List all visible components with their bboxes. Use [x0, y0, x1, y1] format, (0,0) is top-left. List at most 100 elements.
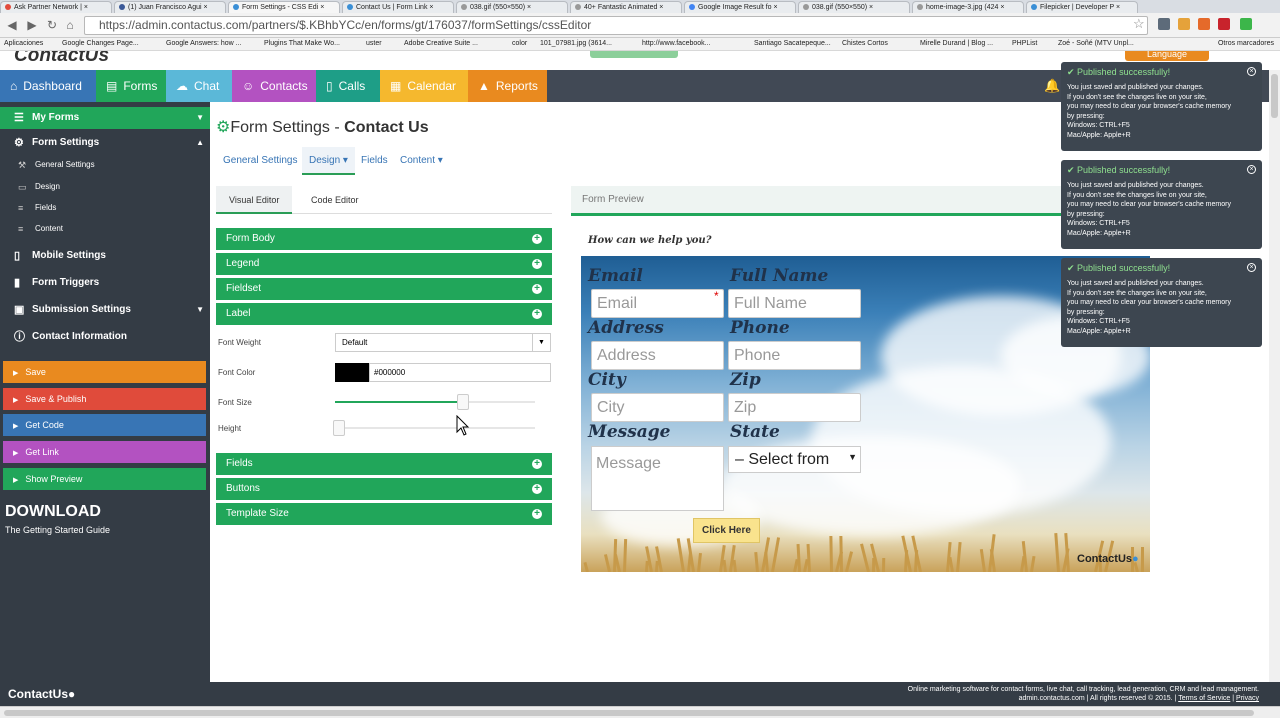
- contactus-logo[interactable]: ContactUs: [14, 51, 109, 67]
- accordion-label[interactable]: Label +: [216, 303, 552, 325]
- url-field[interactable]: https://admin.contactus.com/partners/$.K…: [84, 16, 1148, 35]
- browser-tab[interactable]: Form Settings - CSS Edi ×: [228, 1, 340, 13]
- tab-design[interactable]: Design ▾: [302, 147, 355, 175]
- accordion-form-body[interactable]: Form Body +: [216, 228, 552, 250]
- sidebar-item-form-settings[interactable]: ⚙ Form Settings ▲: [0, 132, 210, 154]
- terms-link[interactable]: Terms of Service: [1178, 695, 1230, 702]
- bookmark-item[interactable]: Zoé - Soñé (MTV Unpl...: [1058, 38, 1134, 50]
- adobe-icon[interactable]: [1218, 18, 1230, 30]
- tab-visual-editor[interactable]: Visual Editor: [216, 186, 293, 214]
- bookmark-item[interactable]: Mirelle Durand | Blog ...: [920, 38, 993, 50]
- sidebar-item-form-triggers[interactable]: ▮ Form Triggers: [0, 275, 210, 291]
- download-subtitle[interactable]: The Getting Started Guide: [5, 525, 110, 535]
- close-icon[interactable]: ×: [1247, 165, 1256, 174]
- address-input[interactable]: Address: [591, 341, 724, 370]
- nav-dashboard[interactable]: ⌂ Dashboard: [0, 70, 96, 102]
- message-textarea[interactable]: Message: [591, 446, 724, 511]
- download-heading[interactable]: DOWNLOAD: [5, 503, 101, 521]
- footer-logo[interactable]: ContactUs●: [8, 687, 75, 701]
- nav-chat[interactable]: ☁ Chat: [166, 70, 232, 102]
- browser-tab[interactable]: home-image-3.jpg (424 ×: [912, 1, 1024, 13]
- sidebar-subitem-fields[interactable]: ≡ Fields: [0, 201, 210, 215]
- bookmark-item[interactable]: Aplicaciones: [4, 38, 43, 50]
- vertical-scrollbar[interactable]: [1269, 70, 1280, 682]
- browser-tab[interactable]: 038.gif (550×550) ×: [456, 1, 568, 13]
- bell-icon[interactable]: 🔔: [1044, 78, 1062, 96]
- bookmark-item[interactable]: Adobe Creative Suite ...: [404, 38, 478, 50]
- extension-icon[interactable]: [1198, 18, 1210, 30]
- close-icon[interactable]: ×: [1247, 263, 1256, 272]
- browser-tab[interactable]: Contact Us | Form Link ×: [342, 1, 454, 13]
- bookmark-item[interactable]: uster: [366, 38, 382, 50]
- zip-input[interactable]: Zip: [728, 393, 861, 422]
- other-bookmarks[interactable]: Otros marcadores: [1218, 38, 1274, 50]
- nav-reports[interactable]: ▲ Reports: [468, 70, 547, 102]
- browser-tab[interactable]: 038.gif (550×550) ×: [798, 1, 910, 13]
- browser-tab[interactable]: (1) Juan Francisco Agui ×: [114, 1, 226, 13]
- published-toast[interactable]: ✔ Published successfully! You just saved …: [1061, 62, 1262, 151]
- browser-tab[interactable]: 40+ Fantastic Animated ×: [570, 1, 682, 13]
- bookmark-item[interactable]: color: [512, 38, 527, 50]
- tab-fields[interactable]: Fields: [361, 147, 388, 175]
- action-get-link-button[interactable]: ▶ Get Link: [3, 441, 206, 463]
- nav-forms[interactable]: ▤ Forms: [96, 70, 166, 102]
- sidebar-item-submission-settings[interactable]: ▣ Submission Settings ▼: [0, 302, 210, 318]
- bookmark-item[interactable]: PHPList: [1012, 38, 1037, 50]
- bookmark-item[interactable]: 101_07981.jpg (3614...: [540, 38, 612, 50]
- browser-tab[interactable]: Filepicker | Developer P ×: [1026, 1, 1138, 13]
- action-save-publish-button[interactable]: ▶ Save & Publish: [3, 388, 206, 410]
- extension-icon[interactable]: [1158, 18, 1170, 30]
- bookmark-item[interactable]: Chistes Cortos: [842, 38, 888, 50]
- sidebar-item-contact-information[interactable]: ⓘ Contact Information: [0, 329, 210, 345]
- browser-tab[interactable]: Google Image Result fo ×: [684, 1, 796, 13]
- accordion-buttons[interactable]: Buttons +: [216, 478, 552, 500]
- bookmark-item[interactable]: http://www.facebook...: [642, 38, 710, 50]
- language-button[interactable]: Language: [1125, 51, 1209, 61]
- font-color-input[interactable]: #000000: [369, 363, 551, 382]
- close-icon[interactable]: ×: [1247, 67, 1256, 76]
- font-weight-select[interactable]: Default ▼: [335, 333, 551, 352]
- tab-code-editor[interactable]: Code Editor: [298, 186, 372, 214]
- nav-calendar[interactable]: ▦ Calendar: [380, 70, 468, 102]
- accordion-legend[interactable]: Legend +: [216, 253, 552, 275]
- privacy-link[interactable]: Privacy: [1236, 695, 1259, 702]
- horizontal-scrollbar[interactable]: [0, 706, 1280, 718]
- reload-icon[interactable]: ↻: [46, 19, 58, 31]
- header-pill[interactable]: [590, 51, 678, 58]
- submit-button[interactable]: Click Here: [693, 518, 760, 543]
- font-size-slider-track[interactable]: [335, 401, 535, 403]
- nav-contacts[interactable]: ☺ Contacts: [232, 70, 316, 102]
- published-toast[interactable]: ✔ Published successfully! You just saved …: [1061, 160, 1262, 249]
- sidebar-subitem-design[interactable]: ▭ Design: [0, 180, 210, 194]
- extension-icon[interactable]: [1240, 18, 1252, 30]
- bookmark-item[interactable]: Google Answers: how ...: [166, 38, 241, 50]
- extension-icon[interactable]: [1178, 18, 1190, 30]
- published-toast[interactable]: ✔ Published successfully! You just saved …: [1061, 258, 1262, 347]
- sidebar-subitem-content[interactable]: ≡ Content: [0, 222, 210, 236]
- height-slider-handle[interactable]: [333, 420, 345, 436]
- tab-general-settings[interactable]: General Settings: [223, 147, 298, 175]
- action-save-button[interactable]: ▶ Save: [3, 361, 206, 383]
- accordion-fieldset[interactable]: Fieldset +: [216, 278, 552, 300]
- vertical-scrollbar-thumb[interactable]: [1271, 74, 1278, 118]
- sidebar-item-my-forms[interactable]: ☰ My Forms ▼: [0, 107, 210, 129]
- nav-calls[interactable]: ▯ Calls: [316, 70, 380, 102]
- font-size-slider-handle[interactable]: [457, 394, 469, 410]
- browser-tab[interactable]: Ask Partner Network | ×: [0, 1, 112, 13]
- sidebar-subitem-general-settings[interactable]: ⚒ General Settings: [0, 158, 210, 172]
- forward-icon[interactable]: ▶: [26, 19, 38, 31]
- phone-input[interactable]: Phone: [728, 341, 861, 370]
- full-name-input[interactable]: Full Name: [728, 289, 861, 318]
- email-input[interactable]: Email: [591, 289, 724, 318]
- font-color-swatch[interactable]: [335, 363, 369, 382]
- horizontal-scrollbar-thumb[interactable]: [4, 710, 1254, 716]
- back-icon[interactable]: ◀: [6, 19, 18, 31]
- bookmark-item[interactable]: Google Changes Page...: [62, 38, 139, 50]
- home-icon[interactable]: ⌂: [64, 19, 76, 31]
- bookmark-star-icon[interactable]: ☆: [1133, 16, 1145, 32]
- bookmark-item[interactable]: Plugins That Make Wo...: [264, 38, 340, 50]
- accordion-fields[interactable]: Fields +: [216, 453, 552, 475]
- state-select[interactable]: – Select from ▼: [728, 446, 861, 473]
- action-get-code-button[interactable]: ▶ Get Code: [3, 414, 206, 436]
- bookmark-item[interactable]: Santiago Sacatepeque...: [754, 38, 831, 50]
